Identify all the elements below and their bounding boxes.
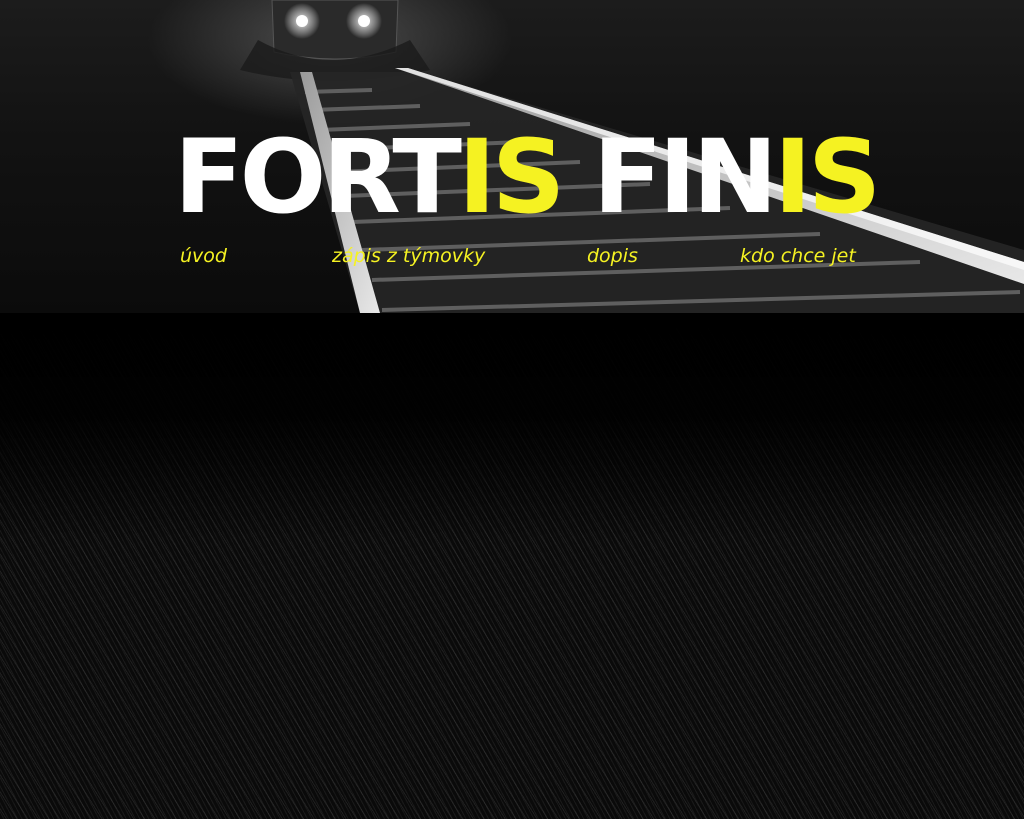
nav-link-kdo-chce-jet[interactable]: kdo chce jet xyxy=(740,242,856,270)
nav-link-dopis[interactable]: dopis xyxy=(587,242,638,270)
title-part-fort: FORT xyxy=(174,118,462,237)
title-part-fin: FIN xyxy=(561,118,778,237)
site-title: FORTIS FINIS xyxy=(174,118,881,238)
nav-link-uvod[interactable]: úvod xyxy=(180,242,227,270)
main-nav: úvod zápis z týmovky dopis kdo chce jet xyxy=(0,242,1024,272)
title-highlight-is: IS xyxy=(457,118,565,237)
nav-link-zapis-z-tymovky[interactable]: zápis z týmovky xyxy=(332,242,485,270)
textured-background xyxy=(0,313,1024,819)
page: FORTIS FINIS úvod zápis z týmovky dopis … xyxy=(0,0,1024,819)
title-highlight-is-2: IS xyxy=(773,118,881,237)
